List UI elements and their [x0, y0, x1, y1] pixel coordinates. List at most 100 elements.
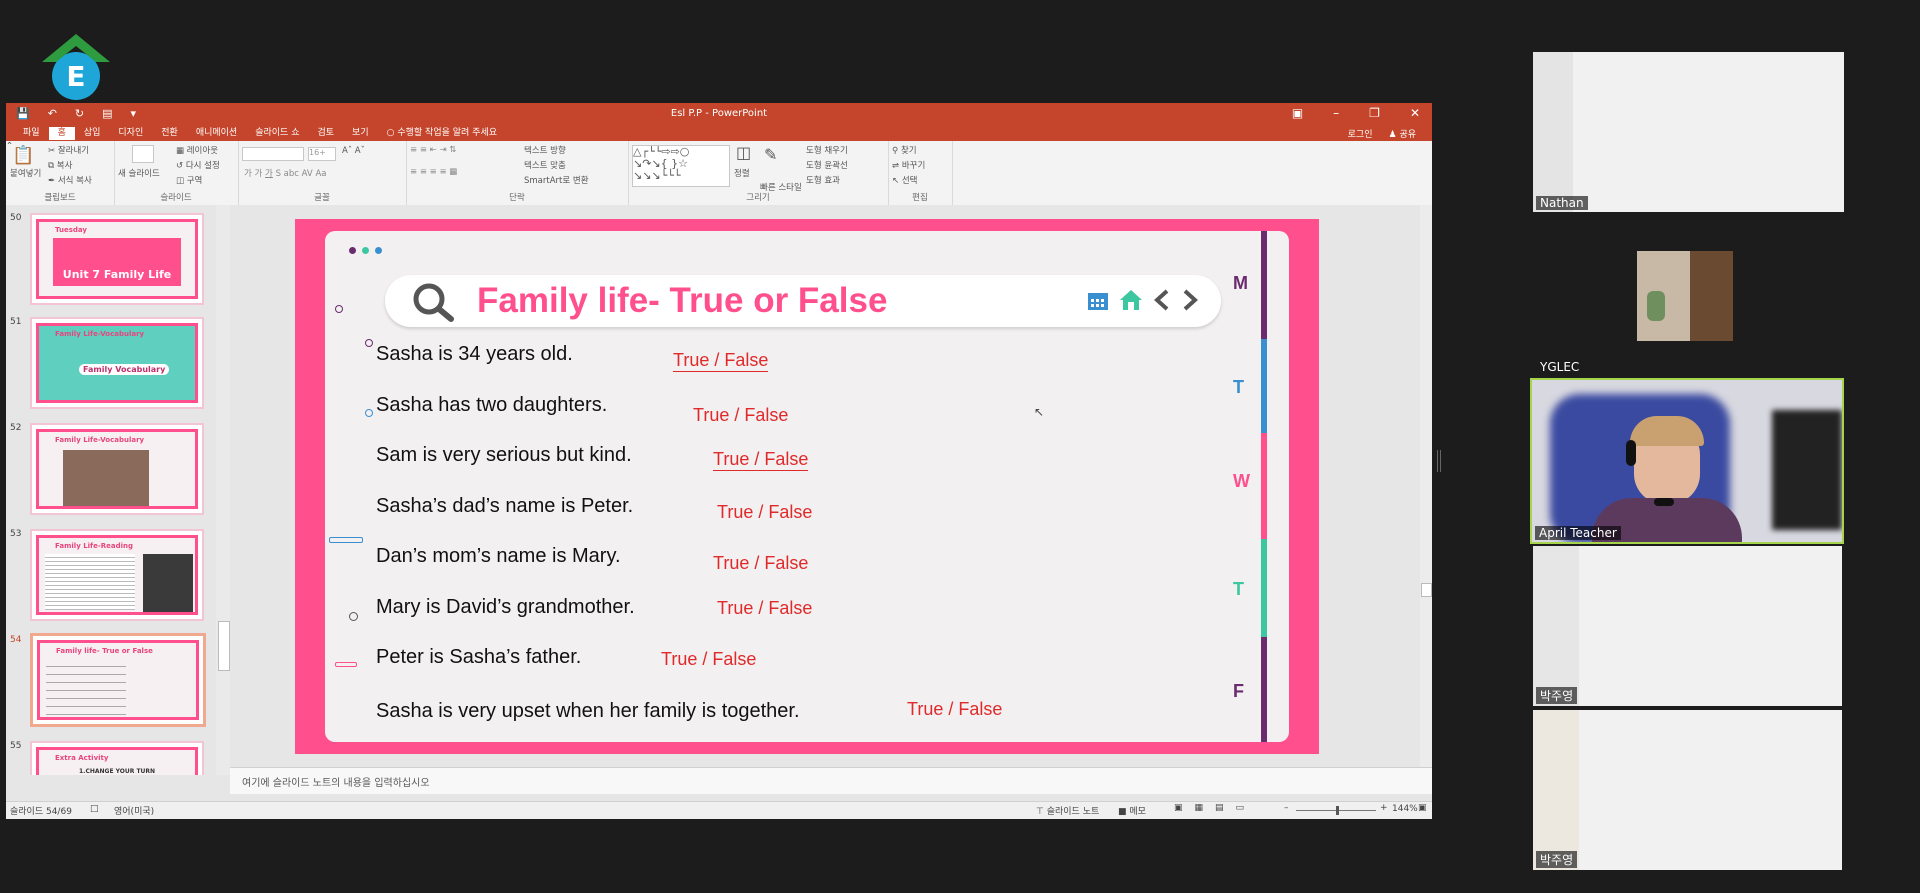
tab-animations[interactable]: 애니메이션 — [187, 127, 246, 140]
sorter-view-icon[interactable]: ▦ — [1195, 803, 1204, 813]
paste-icon[interactable]: 📋 — [12, 145, 34, 166]
arrange-icon[interactable]: ◫ — [736, 143, 751, 162]
language-indicator[interactable]: 영어(미국) — [114, 804, 154, 817]
replace-icon: ⇌ — [892, 161, 900, 171]
font-size-box[interactable]: 16+ — [308, 147, 336, 161]
tab-design[interactable]: 디자인 — [109, 127, 152, 140]
tell-me-box[interactable]: ○ 수행할 작업을 알려 주세요 — [378, 127, 506, 140]
thumbnail-slide-55[interactable]: Extra Activity 1.CHANGE YOUR TURN — [30, 741, 204, 775]
deco-circle — [365, 339, 373, 347]
comments-toggle[interactable]: ■ 메모 — [1118, 804, 1146, 817]
paragraph-label: 단락 — [509, 193, 525, 203]
participant-name: Nathan — [1536, 196, 1588, 210]
video-tile-april-teacher[interactable]: April Teacher — [1530, 378, 1844, 544]
ribbon-display-icon[interactable]: ▣ — [1292, 106, 1303, 120]
thumb-subtitle: Family Vocabulary — [79, 364, 170, 375]
video-tile-park-2[interactable]: 박주영 — [1533, 710, 1842, 870]
scroll-thumb[interactable] — [218, 621, 230, 671]
grow-font-icon[interactable]: Aˆ Aˇ — [342, 146, 365, 156]
tab-view[interactable]: 보기 — [343, 127, 378, 140]
fit-slide-icon[interactable]: ▣ — [1418, 803, 1427, 813]
new-slide-icon[interactable] — [132, 145, 154, 163]
close-button[interactable]: ✕ — [1410, 106, 1420, 120]
spellcheck-icon[interactable]: □ — [90, 804, 99, 814]
video-tile-nathan[interactable]: Nathan — [1533, 52, 1844, 212]
slide-title-bar: Family life- True or False — [385, 275, 1221, 327]
tab-transitions[interactable]: 전환 — [152, 127, 187, 140]
video-tile-yglec[interactable]: YGLEC — [1533, 216, 1844, 376]
text-direction-button[interactable]: 텍스트 방향 — [524, 144, 566, 156]
thumbnail-slide-52[interactable]: Family Life-Vocabulary — [30, 423, 204, 515]
dot-purple — [349, 247, 356, 254]
clipboard-label: 클립보드 — [44, 193, 76, 203]
cursor-icon: ↖ — [892, 176, 900, 186]
find-button[interactable]: ⚲ 찾기 — [892, 144, 917, 156]
title-icons — [1087, 289, 1199, 311]
cut-button[interactable]: ✂ 잘라내기 — [48, 144, 89, 156]
layout-button[interactable]: ▦ 레이아웃 — [176, 144, 218, 156]
section-button[interactable]: ◫ 구역 — [176, 174, 202, 186]
zoom-level[interactable]: 144% — [1392, 804, 1418, 814]
share-button[interactable]: ♟ 공유 — [1388, 127, 1416, 140]
notes-icon: ⊤ — [1036, 807, 1044, 817]
replace-button[interactable]: ⇌ 바꾸기 — [892, 159, 925, 171]
format-painter-button[interactable]: ✒ 서식 복사 — [48, 174, 92, 186]
editing-label: 편집 — [912, 193, 928, 203]
shape-fill-button[interactable]: 도형 채우기 — [806, 144, 848, 156]
paste-button[interactable]: 붙여넣기 — [10, 167, 41, 179]
tab-file[interactable]: 파일 — [14, 127, 49, 140]
current-slide[interactable]: Family life- True or False Sasha is 34 y… — [295, 219, 1319, 754]
zoom-slider[interactable] — [1296, 806, 1376, 815]
tab-insert[interactable]: 삽입 — [75, 127, 110, 140]
panel-splitter[interactable] — [1437, 450, 1441, 472]
notes-toggle[interactable]: ⊤ 슬라이드 노트 — [1036, 804, 1099, 817]
slide-thumbnails-pane: 50 Tuesday Unit 7 Family Life 51 Family … — [6, 205, 224, 775]
reset-button[interactable]: ↺ 다시 설정 — [176, 159, 220, 171]
restore-button[interactable]: ❐ — [1369, 106, 1380, 120]
thumbnail-slide-54[interactable]: Family life- True or False — [30, 633, 206, 727]
quick-styles-icon[interactable]: ✎ — [764, 145, 777, 164]
thumb-card: Family Life-Vocabulary Family Vocabulary — [36, 323, 198, 403]
login-link[interactable]: 로그인 — [1348, 127, 1373, 140]
thumb-inner: Family Life-Reading — [39, 538, 195, 612]
slideshow-view-icon[interactable]: ▭ — [1236, 803, 1245, 813]
normal-view-icon[interactable]: ▣ — [1174, 803, 1183, 813]
shape-outline-button[interactable]: 도형 윤곽선 — [806, 159, 848, 171]
tab-home[interactable]: 홈 — [48, 127, 75, 140]
thumbnail-slide-50[interactable]: Tuesday Unit 7 Family Life — [30, 213, 204, 305]
thumbnail-slide-53[interactable]: Family Life-Reading — [30, 529, 204, 621]
notes-pane[interactable]: 여기에 슬라이드 노트의 내용을 입력하십시오 — [230, 767, 1432, 794]
tab-slideshow[interactable]: 슬라이드 쇼 — [246, 127, 308, 140]
thumb-lines — [46, 659, 126, 717]
font-name-box[interactable] — [242, 147, 304, 161]
zoom-out-button[interactable]: – — [1284, 803, 1289, 813]
shapes-gallery[interactable]: △┌└└⇨⇨○ ↘↷↘{ }☆ ↘↘↘└└└ — [632, 145, 730, 187]
thumb-card: Extra Activity 1.CHANGE YOUR TURN — [36, 747, 198, 775]
thumb-inner: Extra Activity 1.CHANGE YOUR TURN — [39, 750, 195, 775]
zoom-slider-handle[interactable] — [1336, 806, 1339, 815]
smartart-button[interactable]: SmartArt로 변환 — [524, 174, 589, 186]
list-icons[interactable]: ≡ ≡ ⇤ ⇥ ⇅ — [410, 145, 456, 155]
shape-effects-button[interactable]: 도형 효과 — [806, 174, 840, 186]
headset-icon — [1626, 440, 1636, 466]
thumbnail-slide-51[interactable]: Family Life-Vocabulary Family Vocabulary — [30, 317, 204, 409]
minimize-button[interactable]: – — [1333, 106, 1339, 120]
reading-photo — [143, 554, 193, 612]
font-style-buttons[interactable]: 가 가 가 S abc AV Aa — [244, 167, 326, 179]
reading-view-icon[interactable]: ▤ — [1215, 803, 1224, 813]
reset-label: 다시 설정 — [185, 161, 220, 171]
select-button[interactable]: ↖ 선택 — [892, 174, 917, 186]
deco-circle — [335, 305, 343, 313]
align-icons[interactable]: ≡ ≡ ≡ ≡ ▦ — [410, 167, 457, 177]
tab-review[interactable]: 검토 — [308, 127, 343, 140]
zoom-in-button[interactable]: + — [1380, 803, 1388, 813]
new-slide-button[interactable]: 새 슬라이드 — [118, 167, 160, 179]
align-text-button[interactable]: 텍스트 맞춤 — [524, 159, 566, 171]
arrange-button[interactable]: 정렬 — [734, 167, 750, 179]
slide-scroll-thumb[interactable] — [1421, 583, 1432, 597]
video-tile-park-1[interactable]: 박주영 — [1533, 546, 1842, 706]
slide-scrollbar[interactable] — [1420, 205, 1432, 767]
thumb-title: Family Life-Vocabulary — [55, 330, 145, 338]
thumbnails-scrollbar[interactable] — [216, 205, 230, 775]
copy-button[interactable]: ⧉ 복사 — [48, 159, 72, 171]
